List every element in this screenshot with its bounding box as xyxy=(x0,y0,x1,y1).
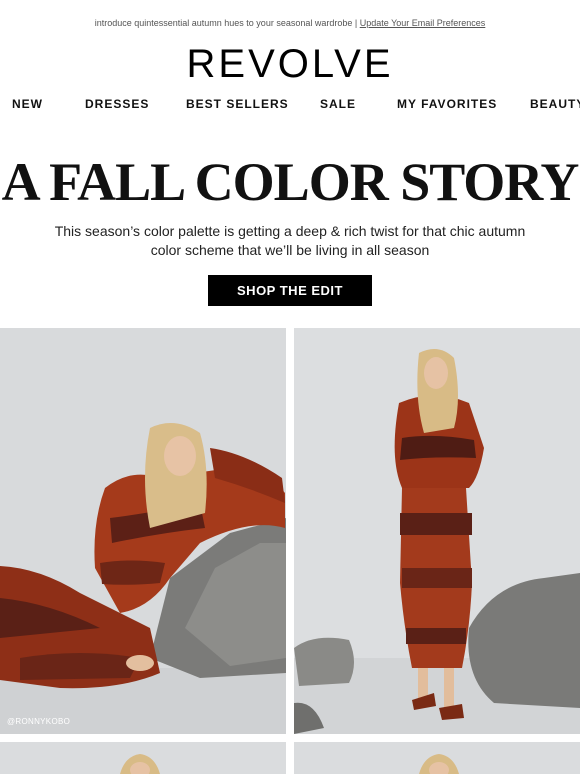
preview-left-illustration xyxy=(0,742,286,774)
nav-my-favorites[interactable]: MY FAVORITES xyxy=(397,97,497,111)
shop-the-edit-button[interactable]: SHOP THE EDIT xyxy=(208,275,372,306)
standing-model-illustration xyxy=(294,328,580,734)
nav-new[interactable]: NEW xyxy=(12,97,43,111)
nav-beauty[interactable]: BEAUTY xyxy=(530,97,580,111)
update-email-preferences-link[interactable]: Update Your Email Preferences xyxy=(360,18,486,28)
hero-headline: A FALL COLOR STORY xyxy=(1,152,580,212)
product-photo-standing[interactable] xyxy=(294,328,580,734)
main-nav: NEW DRESSES BEST SELLERS SALE MY FAVORIT… xyxy=(0,97,580,113)
preheader-text: introduce quintessential autumn hues to … xyxy=(94,18,358,28)
product-photo-seated[interactable]: @RONNYKOBO xyxy=(0,328,286,734)
product-photo-preview-left[interactable] xyxy=(0,742,286,774)
hero-subcopy: This season’s color palette is getting a… xyxy=(54,223,526,258)
nav-sale[interactable]: SALE xyxy=(320,97,356,111)
preview-right-illustration xyxy=(294,742,580,774)
seated-model-illustration xyxy=(0,328,286,734)
photo-credit: @RONNYKOBO xyxy=(7,717,71,726)
product-photo-preview-right[interactable] xyxy=(294,742,580,774)
nav-dresses[interactable]: DRESSES xyxy=(85,97,149,111)
revolve-logo[interactable]: REVOLVE xyxy=(0,42,580,86)
preheader: introduce quintessential autumn hues to … xyxy=(0,18,580,28)
nav-best-sellers[interactable]: BEST SELLERS xyxy=(186,97,289,111)
